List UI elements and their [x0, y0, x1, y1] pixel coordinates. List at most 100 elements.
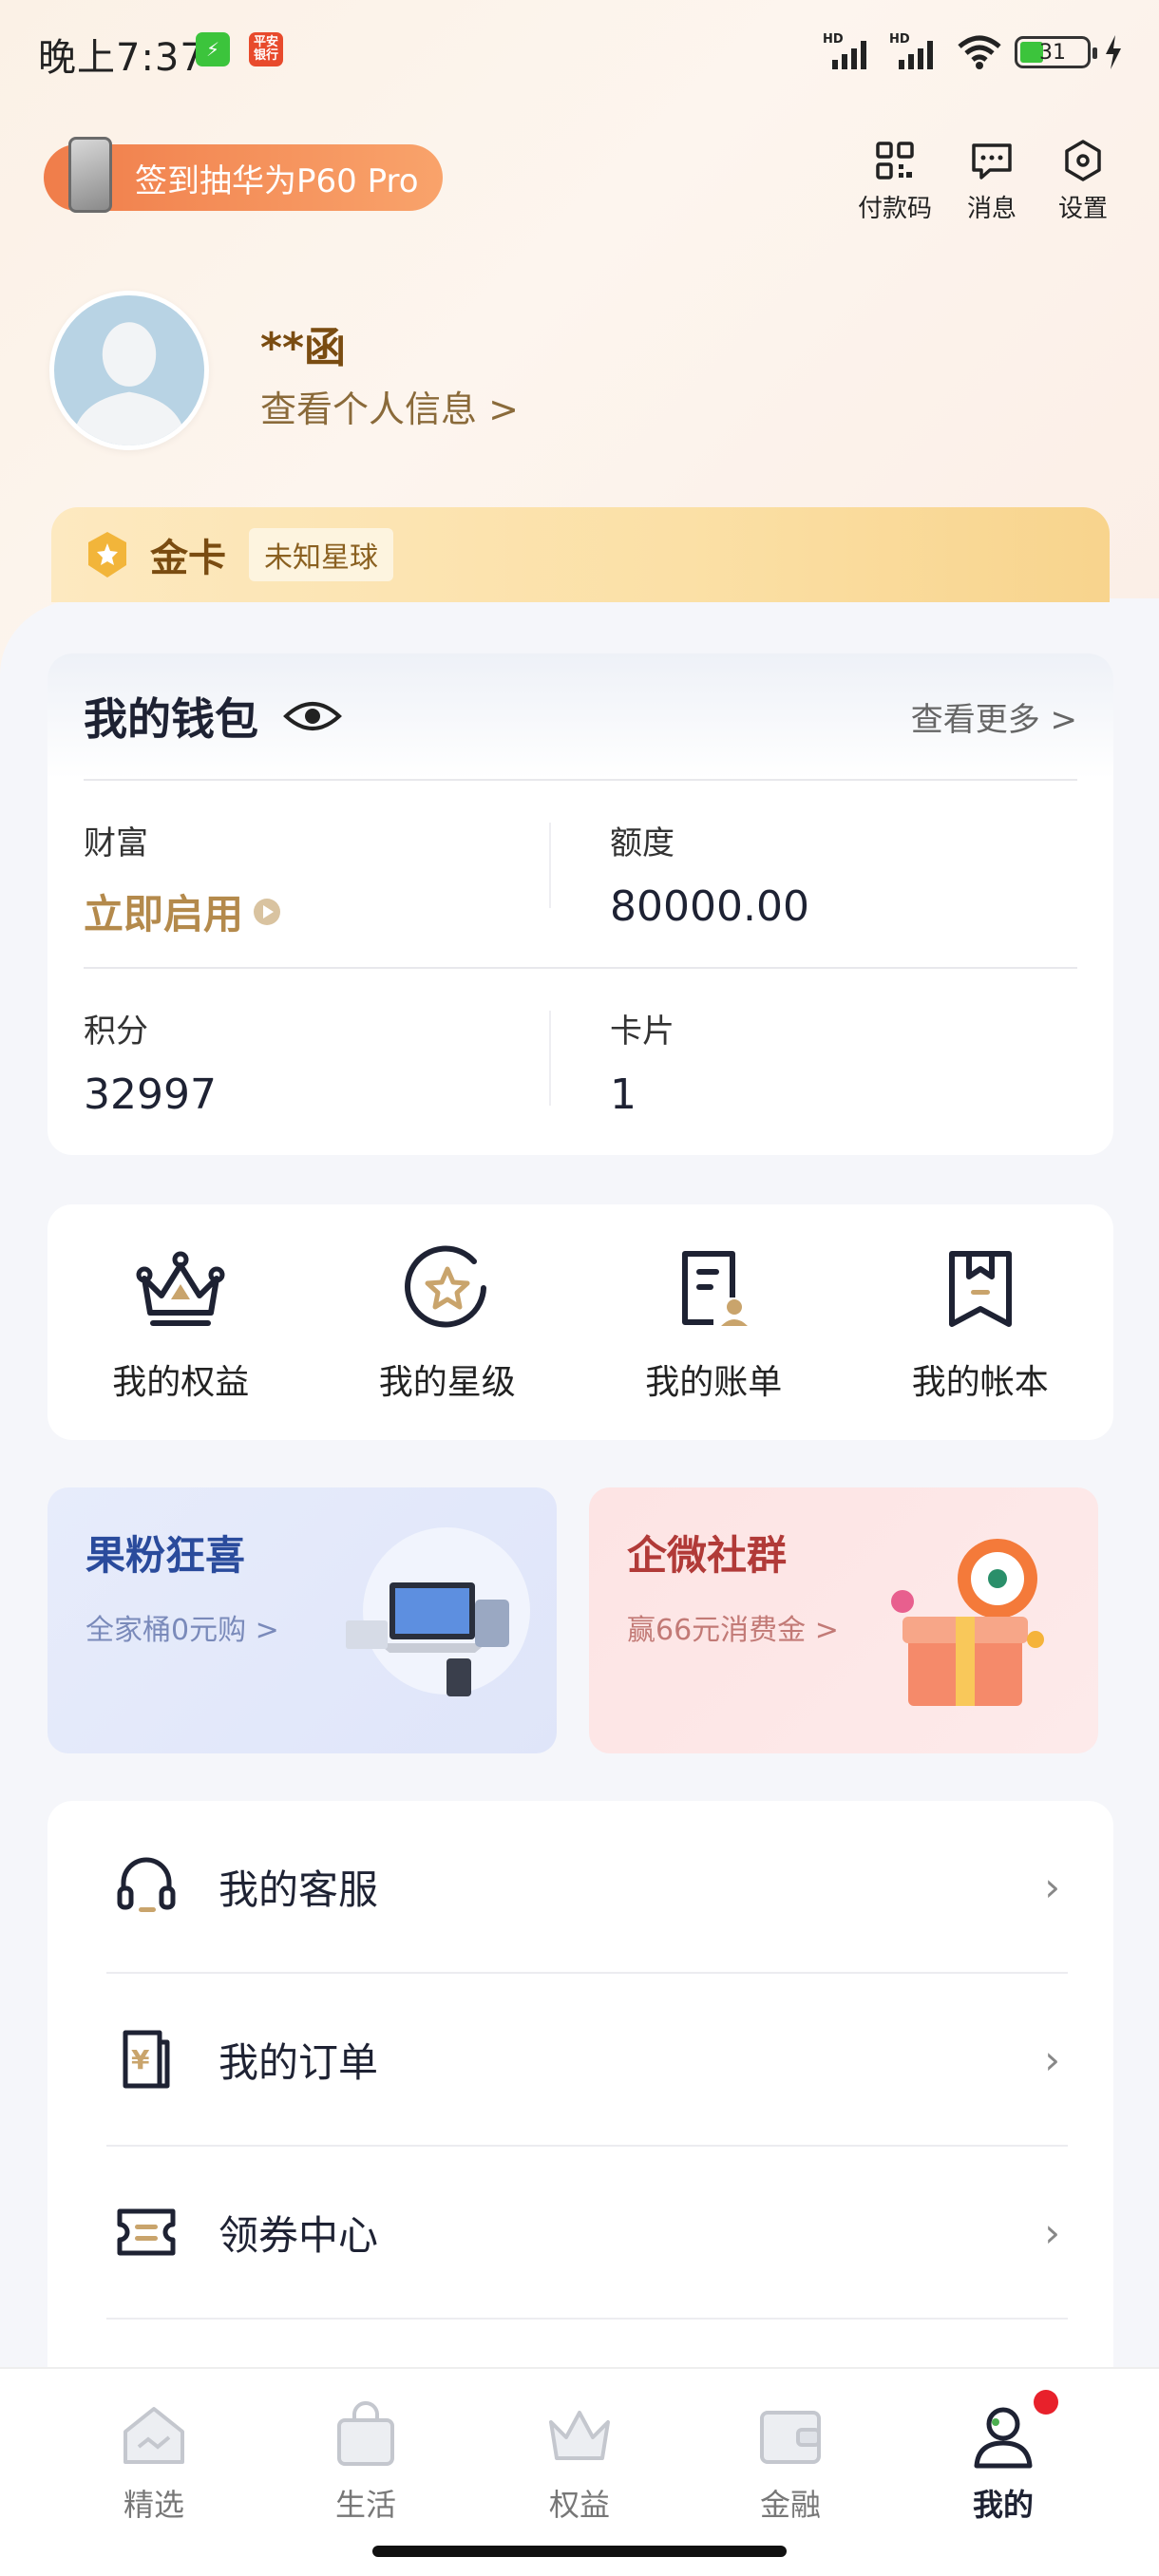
- devices-image: [346, 1527, 530, 1696]
- cards-item[interactable]: 卡片 1: [610, 1005, 674, 1119]
- avatar-silhouette-icon: [71, 322, 187, 445]
- customer-service-label: 我的客服: [218, 1866, 379, 1913]
- signal-icon-2: HD: [889, 32, 933, 69]
- coupon-icon: [117, 2208, 176, 2256]
- wallet-card: 我的钱包 查看更多 > 财富 立即启用 额度 80000.00 积分 32997…: [48, 653, 1113, 1155]
- my-benefits-label: 我的权益: [112, 1363, 250, 1402]
- wallet-header: 我的钱包 查看更多 >: [48, 653, 1113, 779]
- my-bill-button[interactable]: 我的账单: [609, 1241, 818, 1404]
- phone-image: [68, 137, 112, 213]
- view-profile-link[interactable]: 查看个人信息 >: [260, 380, 519, 432]
- wallet-vertical-divider: [549, 823, 551, 908]
- tab-benefits-label: 权益: [548, 2487, 610, 2523]
- my-star-level-button[interactable]: 我的星级: [343, 1241, 552, 1404]
- coupon-center-label: 领券中心: [218, 2211, 379, 2259]
- wallet-title: 我的钱包: [84, 693, 258, 745]
- wallet-more-link[interactable]: 查看更多 >: [911, 693, 1077, 740]
- my-orders-label: 我的订单: [218, 2038, 379, 2086]
- signal-icon: HD: [823, 32, 866, 69]
- points-value: 32997: [84, 1070, 217, 1119]
- my-star-level-label: 我的星级: [378, 1363, 516, 1402]
- status-time: 晚上7:37: [38, 36, 205, 80]
- quick-actions: 我的权益 我的星级 我的账单 我的帐本: [48, 1204, 1113, 1440]
- user-icon: [974, 2407, 1033, 2469]
- wifi-icon: [958, 35, 1001, 69]
- credit-label: 额度: [610, 824, 674, 862]
- tab-featured[interactable]: 精选: [78, 2397, 230, 2525]
- bank-app-icon: 平安 银行: [249, 32, 283, 66]
- my-bill-label: 我的账单: [645, 1363, 783, 1402]
- membership-level: 金卡: [150, 537, 226, 580]
- tab-finance-label: 金融: [759, 2487, 821, 2523]
- user-name: **函: [260, 324, 347, 372]
- charging-app-icon: ⚡: [196, 32, 230, 66]
- wallet-divider: [84, 779, 1077, 781]
- credit-value: 80000.00: [610, 882, 809, 931]
- svg-text:¥: ¥: [131, 2044, 150, 2075]
- chevron-right-icon: ›: [1044, 2036, 1060, 2083]
- tab-life-label: 生活: [334, 2487, 396, 2523]
- star-badge-icon: [404, 1245, 486, 1328]
- gold-shield-icon: [88, 532, 126, 578]
- messages-button[interactable]: 消息: [944, 138, 1039, 224]
- battery-icon: 31: [1015, 36, 1097, 68]
- points-label: 积分: [84, 1013, 148, 1051]
- wecom-group-banner[interactable]: 企微社群 赢66元消费金 >: [589, 1487, 1098, 1753]
- settings-icon: [1065, 140, 1101, 181]
- my-orders-row[interactable]: ¥ 我的订单 ›: [48, 1974, 1113, 2145]
- home-indicator[interactable]: [372, 2546, 787, 2557]
- ledger-icon: [948, 1251, 1012, 1327]
- tab-featured-label: 精选: [123, 2487, 184, 2523]
- my-benefits-button[interactable]: 我的权益: [76, 1241, 285, 1404]
- messages-label: 消息: [966, 195, 1016, 223]
- pay-code-button[interactable]: 付款码: [847, 138, 942, 224]
- chevron-right-icon: ›: [1044, 1863, 1060, 1910]
- cards-label: 卡片: [610, 1013, 674, 1051]
- settings-button[interactable]: 设置: [1036, 138, 1130, 224]
- bill-icon: [682, 1251, 749, 1326]
- cards-value: 1: [610, 1070, 636, 1119]
- bottom-tab-bar: 精选 生活 权益 金融 我的: [0, 2367, 1159, 2576]
- wealth-label: 财富: [84, 824, 148, 862]
- my-ledger-label: 我的帐本: [911, 1363, 1049, 1402]
- notification-dot: [1034, 2390, 1058, 2415]
- order-icon: ¥: [123, 2030, 170, 2089]
- svg-text:HD: HD: [823, 32, 844, 47]
- points-item[interactable]: 积分 32997: [84, 1005, 217, 1119]
- wealth-item[interactable]: 财富 立即启用: [84, 817, 281, 940]
- settings-label: 设置: [1057, 195, 1108, 223]
- tab-benefits[interactable]: 权益: [504, 2397, 656, 2525]
- pay-code-label: 付款码: [857, 195, 932, 223]
- play-circle-icon: [254, 898, 281, 925]
- coupon-center-row[interactable]: 领券中心 ›: [48, 2147, 1113, 2318]
- svg-text:HD: HD: [889, 32, 910, 47]
- tab-mine[interactable]: 我的: [927, 2390, 1079, 2525]
- gift-box-image: [891, 1539, 1044, 1706]
- message-icon: [972, 143, 1012, 180]
- wallet-icon: [760, 2411, 821, 2464]
- wallet-vertical-divider-2: [549, 1011, 551, 1106]
- chevron-right-icon: ›: [1044, 2208, 1060, 2256]
- promo-label: 签到抽华为P60 Pro: [135, 161, 419, 200]
- eye-icon[interactable]: [283, 697, 342, 735]
- crown-tab-icon: [549, 2411, 610, 2460]
- membership-card[interactable]: 金卡 未知星球: [51, 507, 1110, 602]
- customer-service-row[interactable]: 我的客服 ›: [48, 1801, 1113, 1972]
- home-icon: [124, 2407, 184, 2464]
- wallet-divider-2: [84, 967, 1077, 969]
- avatar[interactable]: [49, 291, 209, 450]
- credit-item[interactable]: 额度 80000.00: [610, 817, 809, 931]
- bag-icon: [337, 2401, 394, 2466]
- headset-icon: [117, 1857, 176, 1912]
- tab-life[interactable]: 生活: [290, 2397, 442, 2525]
- my-ledger-button[interactable]: 我的帐本: [876, 1241, 1085, 1404]
- menu-divider: [106, 2318, 1068, 2320]
- wealth-value: 立即启用: [84, 891, 244, 938]
- membership-badge: 未知星球: [249, 528, 393, 581]
- status-indicators: HD HD 31: [823, 28, 1125, 76]
- tab-finance[interactable]: 金融: [714, 2397, 866, 2525]
- qr-code-icon: [876, 142, 914, 180]
- charging-bolt-icon: [1106, 35, 1121, 69]
- crown-icon: [136, 1251, 225, 1326]
- apple-fans-banner[interactable]: 果粉狂喜 全家桶0元购 >: [48, 1487, 557, 1753]
